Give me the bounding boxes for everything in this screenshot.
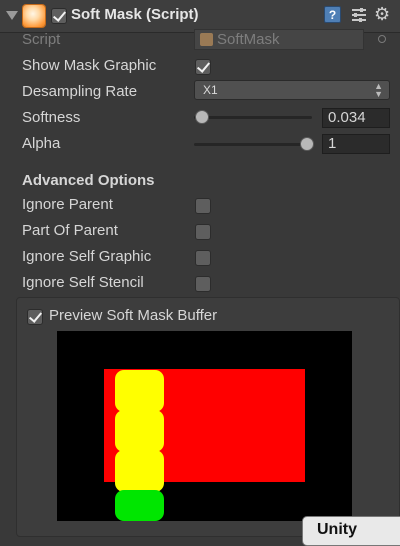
softness-slider-track[interactable] — [194, 116, 312, 119]
part-of-parent-checkbox[interactable] — [195, 224, 211, 240]
preset-sliders-icon[interactable] — [350, 6, 368, 24]
script-value: SoftMask — [217, 31, 280, 48]
soft-mask-component-icon — [23, 5, 45, 27]
object-picker-icon[interactable] — [378, 35, 386, 43]
mask-yellow-pill-2 — [115, 410, 164, 452]
desampling-rate-dropdown[interactable]: X1 ▲ ▼ — [194, 80, 390, 100]
help-icon[interactable]: ? — [324, 6, 341, 23]
dropdown-arrows-icon: ▲ ▼ — [374, 81, 383, 99]
component-enabled-checkbox[interactable] — [51, 8, 67, 24]
show-mask-graphic-checkbox[interactable] — [195, 59, 211, 75]
script-label: Script — [22, 31, 61, 48]
softness-label: Softness — [22, 109, 81, 126]
mask-yellow-pill-3 — [115, 450, 164, 492]
mask-green-pill — [115, 490, 164, 521]
foldout-arrow-icon[interactable] — [6, 11, 18, 20]
ignore-self-graphic-checkbox[interactable] — [195, 250, 211, 266]
script-object-field[interactable]: SoftMask — [194, 29, 364, 50]
softness-slider-thumb[interactable] — [195, 110, 209, 124]
ignore-parent-checkbox[interactable] — [195, 198, 211, 214]
gear-icon[interactable]: ⚙ — [374, 4, 390, 24]
part-of-parent-label: Part Of Parent — [22, 222, 118, 239]
desampling-rate-label: Desampling Rate — [22, 83, 138, 100]
unity-tab[interactable]: Unity — [302, 516, 400, 546]
alpha-slider-track[interactable] — [194, 143, 312, 146]
alpha-label: Alpha — [22, 135, 61, 152]
preview-soft-mask-buffer-label: Preview Soft Mask Buffer — [49, 307, 218, 324]
mask-yellow-pill-1 — [115, 370, 164, 412]
desampling-rate-value: X1 — [203, 83, 218, 97]
alpha-input[interactable]: 1 — [322, 134, 390, 154]
softness-input[interactable]: 0.034 — [322, 108, 390, 128]
ignore-self-graphic-label: Ignore Self Graphic — [22, 248, 152, 265]
advanced-options-heading: Advanced Options — [22, 172, 155, 189]
preview-soft-mask-buffer-checkbox[interactable] — [27, 309, 43, 325]
show-mask-graphic-label: Show Mask Graphic — [22, 57, 157, 74]
ignore-self-stencil-checkbox[interactable] — [195, 276, 211, 292]
ignore-parent-label: Ignore Parent — [22, 196, 113, 213]
script-file-icon — [200, 33, 213, 46]
component-title: Soft Mask (Script) — [71, 6, 199, 23]
ignore-self-stencil-label: Ignore Self Stencil — [22, 274, 144, 291]
alpha-slider-thumb[interactable] — [300, 137, 314, 151]
